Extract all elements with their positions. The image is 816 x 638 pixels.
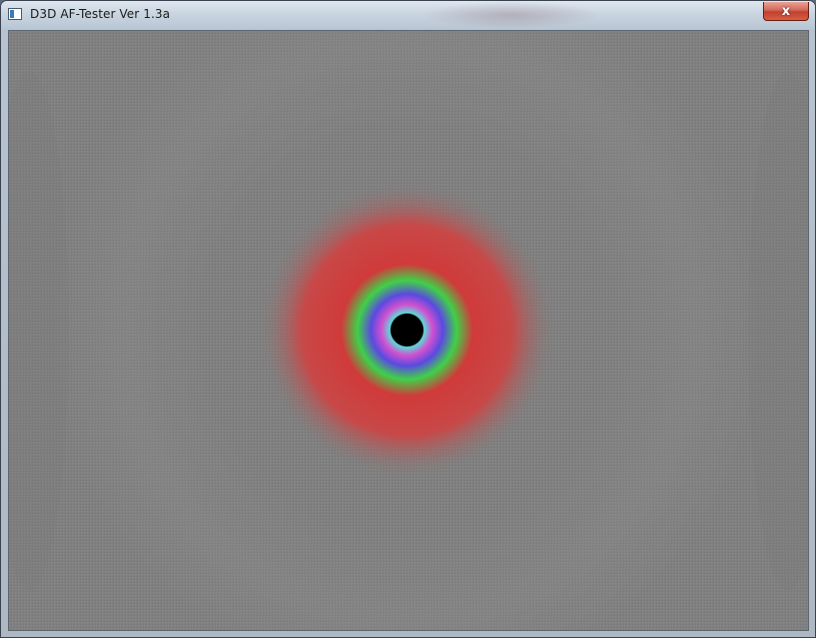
- app-window: D3D AF-Tester Ver 1.3a x: [0, 0, 816, 638]
- app-window-icon[interactable]: [8, 8, 22, 20]
- title-bar[interactable]: D3D AF-Tester Ver 1.3a x: [1, 1, 815, 29]
- close-icon: x: [781, 3, 791, 19]
- render-viewport: [8, 30, 809, 631]
- af-tunnel-render: [9, 31, 808, 630]
- close-button[interactable]: x: [763, 2, 809, 21]
- tunnel-center: [391, 314, 423, 346]
- window-title: D3D AF-Tester Ver 1.3a: [30, 7, 171, 21]
